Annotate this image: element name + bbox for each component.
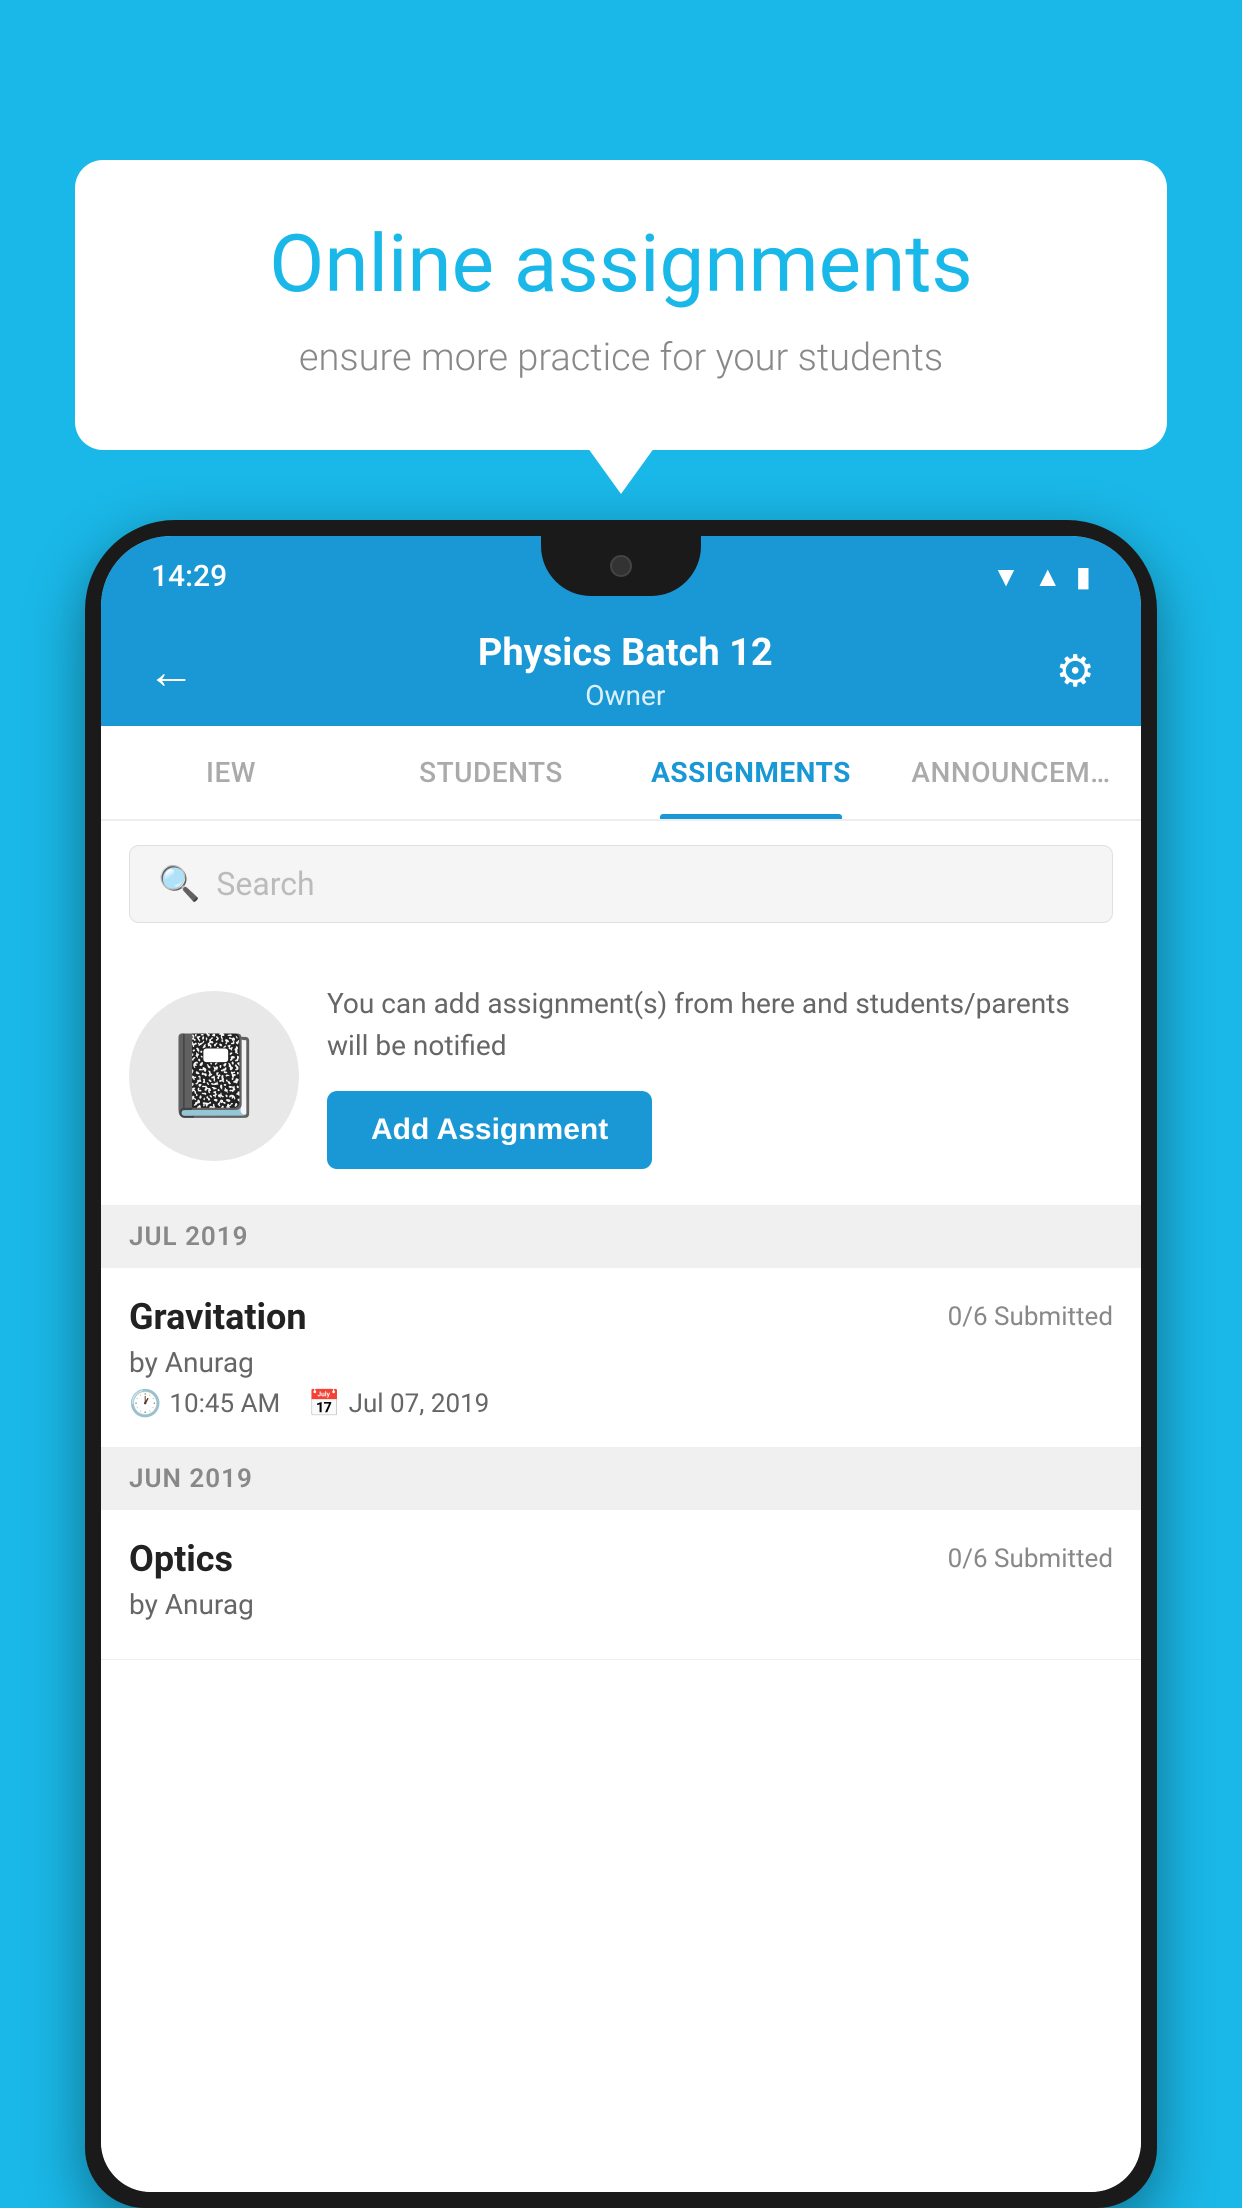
assignment-name-optics: Optics: [129, 1538, 233, 1580]
promo-section: 📓 You can add assignment(s) from here an…: [101, 947, 1141, 1206]
search-bar[interactable]: 🔍 Search: [129, 845, 1113, 923]
phone-frame: 14:29 ▼ ▲ ▮ ← Physics Batch 12 Owner ⚙ I…: [85, 520, 1157, 2208]
search-placeholder: Search: [216, 865, 314, 903]
promo-text-block: You can add assignment(s) from here and …: [327, 983, 1113, 1169]
toolbar-subtitle: Owner: [205, 679, 1046, 712]
assignment-submitted-optics: 0/6 Submitted: [948, 1538, 1113, 1574]
search-icon: 🔍: [158, 864, 200, 904]
search-container: 🔍 Search: [101, 821, 1141, 947]
app-toolbar: ← Physics Batch 12 Owner ⚙: [101, 616, 1141, 726]
meta-time: 🕐 10:45 AM: [129, 1389, 280, 1419]
add-assignment-button[interactable]: Add Assignment: [327, 1091, 652, 1169]
assignment-name: Gravitation: [129, 1296, 307, 1338]
back-button[interactable]: ←: [137, 633, 205, 710]
signal-icon: ▲: [1034, 560, 1062, 593]
month-header-jun: JUN 2019: [101, 1448, 1141, 1510]
notebook-icon: 📓: [164, 1029, 264, 1123]
status-time: 14:29: [151, 559, 227, 594]
assignment-row-top: Gravitation 0/6 Submitted: [129, 1296, 1113, 1338]
speech-bubble-container: Online assignments ensure more practice …: [75, 160, 1167, 450]
tab-announcements[interactable]: ANNOUNCEM…: [881, 726, 1141, 819]
phone-notch: [541, 536, 701, 596]
tab-assignments[interactable]: ASSIGNMENTS: [621, 726, 881, 819]
meta-date: 📅 Jul 07, 2019: [308, 1389, 489, 1419]
promo-description: You can add assignment(s) from here and …: [327, 983, 1113, 1067]
tab-students[interactable]: STUDENTS: [361, 726, 621, 819]
tabs-container: IEW STUDENTS ASSIGNMENTS ANNOUNCEM…: [101, 726, 1141, 821]
camera: [610, 555, 632, 577]
promo-icon-circle: 📓: [129, 991, 299, 1161]
assignment-date: Jul 07, 2019: [349, 1389, 490, 1419]
wifi-icon: ▼: [992, 560, 1020, 593]
month-header-jul: JUL 2019: [101, 1206, 1141, 1268]
settings-button[interactable]: ⚙: [1046, 635, 1105, 707]
assignment-meta: 🕐 10:45 AM 📅 Jul 07, 2019: [129, 1389, 1113, 1419]
phone-inner: 14:29 ▼ ▲ ▮ ← Physics Batch 12 Owner ⚙ I…: [101, 536, 1141, 2192]
assignment-item-gravitation[interactable]: Gravitation 0/6 Submitted by Anurag 🕐 10…: [101, 1268, 1141, 1448]
assignment-by: by Anurag: [129, 1346, 1113, 1379]
calendar-icon: 📅: [308, 1389, 340, 1419]
assignment-by-optics: by Anurag: [129, 1588, 1113, 1621]
assignment-time: 10:45 AM: [169, 1389, 280, 1419]
toolbar-title: Physics Batch 12: [205, 631, 1046, 675]
screen-content: 🔍 Search 📓 You can add assignment(s) fro…: [101, 821, 1141, 2192]
assignment-submitted: 0/6 Submitted: [948, 1296, 1113, 1332]
status-icons: ▼ ▲ ▮: [992, 560, 1091, 593]
speech-bubble: Online assignments ensure more practice …: [75, 160, 1167, 450]
clock-icon: 🕐: [129, 1389, 161, 1419]
bubble-subtitle: ensure more practice for your students: [145, 336, 1097, 380]
assignment-row-top-optics: Optics 0/6 Submitted: [129, 1538, 1113, 1580]
battery-icon: ▮: [1076, 560, 1091, 593]
status-bar: 14:29 ▼ ▲ ▮: [101, 536, 1141, 616]
bubble-title: Online assignments: [145, 220, 1097, 308]
tab-iew[interactable]: IEW: [101, 726, 361, 819]
toolbar-title-block: Physics Batch 12 Owner: [205, 631, 1046, 712]
assignment-item-optics[interactable]: Optics 0/6 Submitted by Anurag: [101, 1510, 1141, 1660]
